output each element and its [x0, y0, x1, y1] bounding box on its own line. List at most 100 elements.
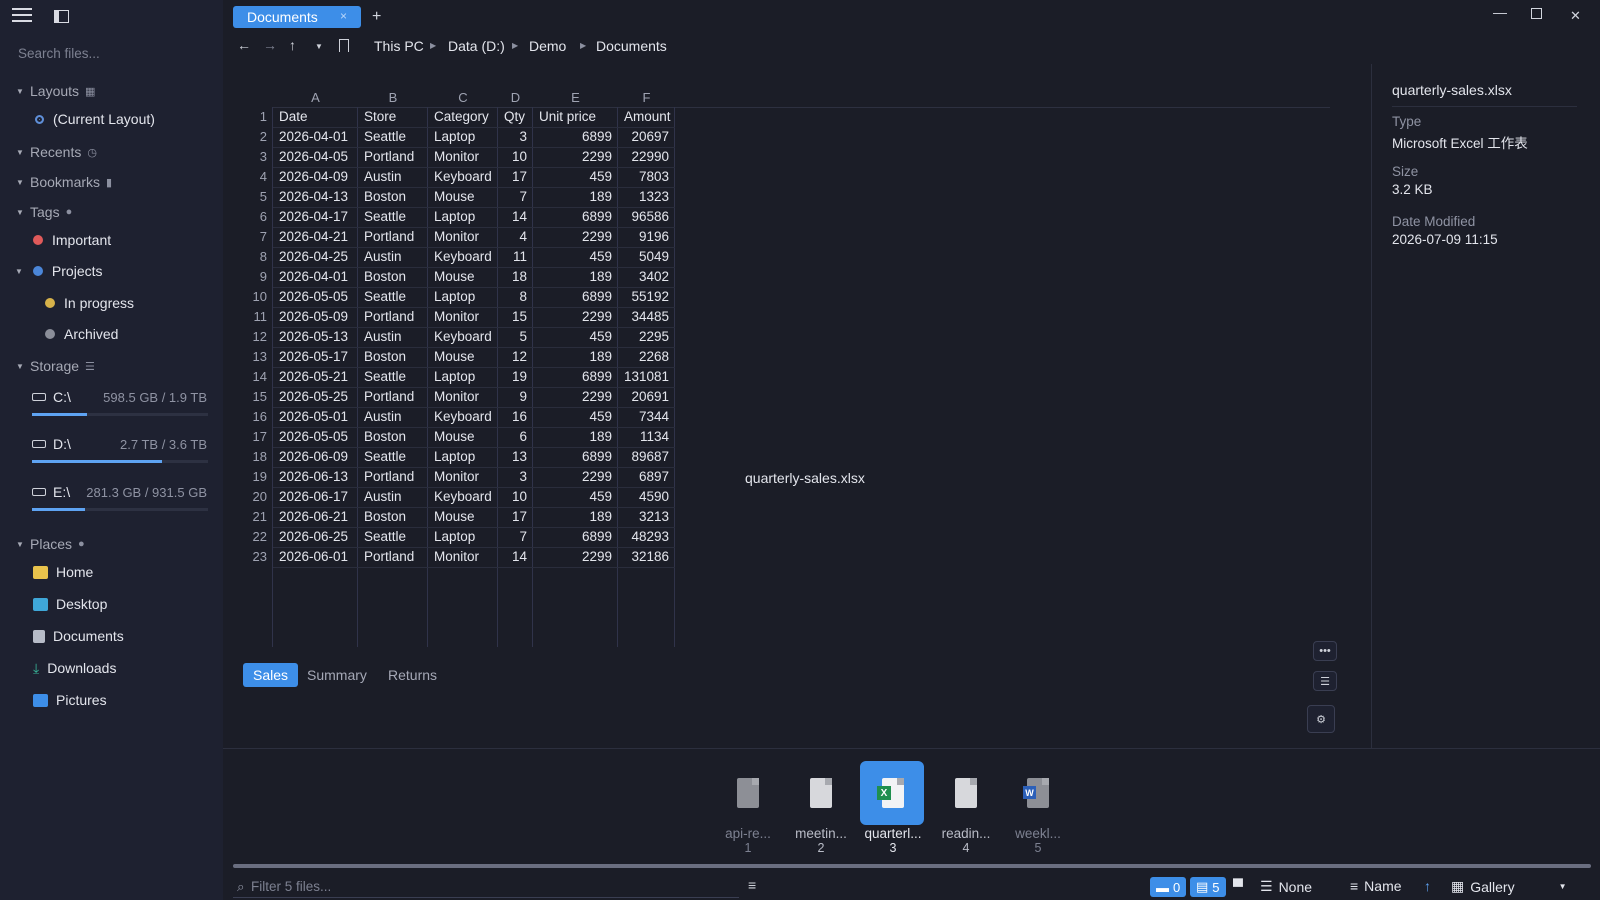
table-cell[interactable]: Mouse [434, 189, 492, 204]
table-cell[interactable]: Portland [364, 149, 422, 164]
drive-d[interactable]: D:\ 2.7 TB / 3.6 TB [0, 436, 223, 476]
column-header[interactable]: F [618, 90, 675, 105]
group-by-button[interactable]: ☰ None [1260, 878, 1312, 895]
table-cell[interactable]: 1323 [624, 189, 669, 204]
table-cell[interactable]: Keyboard [434, 169, 492, 184]
back-icon[interactable]: ← [237, 37, 251, 53]
row-number[interactable]: 9 [243, 269, 267, 284]
table-cell[interactable]: 2026-05-13 [279, 329, 352, 344]
table-cell[interactable]: Laptop [434, 289, 492, 304]
table-cell[interactable]: Austin [364, 329, 422, 344]
table-cell[interactable]: Laptop [434, 369, 492, 384]
table-cell[interactable]: 7803 [624, 169, 669, 184]
table-cell[interactable]: 6899 [539, 369, 612, 384]
sort-direction-icon[interactable]: ↑ [1424, 878, 1431, 894]
table-cell[interactable]: 189 [539, 269, 612, 284]
table-cell[interactable]: 459 [539, 249, 612, 264]
horizontal-scrollbar[interactable] [233, 864, 1591, 868]
table-cell[interactable]: 13 [504, 449, 527, 464]
filter-input[interactable]: ⌕ Filter 5 files... [233, 876, 739, 898]
table-cell[interactable]: Seattle [364, 449, 422, 464]
table-cell[interactable]: Mouse [434, 269, 492, 284]
table-cell[interactable]: Keyboard [434, 329, 492, 344]
table-cell[interactable]: Seattle [364, 209, 422, 224]
new-tab-button[interactable]: + [372, 8, 381, 26]
table-cell[interactable]: Boston [364, 189, 422, 204]
close-tab-icon[interactable]: × [340, 9, 347, 23]
table-cell[interactable]: 189 [539, 349, 612, 364]
table-cell[interactable]: 2026-04-01 [279, 129, 352, 144]
breadcrumb-item[interactable]: Data (D:) [448, 38, 505, 54]
table-cell[interactable]: 2026-04-05 [279, 149, 352, 164]
table-cell[interactable]: 2268 [624, 349, 669, 364]
column-header[interactable]: E [533, 90, 618, 105]
table-cell[interactable]: Portland [364, 389, 422, 404]
column-header[interactable]: B [358, 90, 428, 105]
table-cell[interactable]: 1134 [624, 429, 669, 444]
table-cell[interactable]: 459 [539, 489, 612, 504]
table-cell[interactable]: 18 [504, 269, 527, 284]
table-cell[interactable]: 16 [504, 409, 527, 424]
row-number[interactable]: 4 [243, 169, 267, 184]
table-cell[interactable]: Portland [364, 229, 422, 244]
filter-options-icon[interactable]: ≡ [748, 877, 756, 893]
table-cell[interactable]: 2026-06-25 [279, 529, 352, 544]
table-cell[interactable]: Laptop [434, 129, 492, 144]
table-cell[interactable]: 459 [539, 409, 612, 424]
table-cell[interactable]: 131081 [624, 369, 669, 384]
table-cell[interactable]: 32186 [624, 549, 669, 564]
tag-item-archived[interactable]: Archived [45, 322, 245, 346]
table-cell[interactable]: 17 [504, 169, 527, 184]
table-cell[interactable]: 7 [504, 189, 527, 204]
table-cell[interactable]: Mouse [434, 429, 492, 444]
table-cell[interactable]: 2026-05-09 [279, 309, 352, 324]
breadcrumb-item[interactable]: This PC [374, 38, 424, 54]
table-cell[interactable]: Mouse [434, 349, 492, 364]
breadcrumb-item[interactable]: Documents [596, 38, 667, 54]
table-cell[interactable]: 459 [539, 329, 612, 344]
table-cell[interactable]: 10 [504, 489, 527, 504]
table-cell[interactable]: Monitor [434, 549, 492, 564]
breadcrumb-item[interactable]: Demo [529, 38, 566, 54]
table-cell[interactable]: 20697 [624, 129, 669, 144]
folder-count-badge[interactable]: ▬ 0 [1150, 877, 1187, 897]
place-downloads[interactable]: ⤓ Downloads [33, 656, 233, 680]
file-item[interactable]: readin... 4 [933, 761, 999, 855]
table-cell[interactable]: Boston [364, 429, 422, 444]
table-cell[interactable]: 2026-04-09 [279, 169, 352, 184]
history-dropdown-icon[interactable]: ▼ [315, 42, 323, 51]
table-cell[interactable]: 2026-06-13 [279, 469, 352, 484]
toggle-sidebar-icon[interactable] [54, 10, 69, 23]
header-cell[interactable]: Amount [624, 109, 671, 124]
tag-item-important[interactable]: Important [33, 228, 233, 252]
table-cell[interactable]: 7 [504, 529, 527, 544]
file-count-badge[interactable]: ▤ 5 [1190, 877, 1226, 897]
table-cell[interactable]: 2026-05-05 [279, 289, 352, 304]
table-cell[interactable]: Boston [364, 349, 422, 364]
bookmark-add-icon[interactable] [339, 39, 349, 52]
row-number[interactable]: 13 [243, 349, 267, 364]
table-cell[interactable]: 2299 [539, 309, 612, 324]
drive-c[interactable]: C:\ 598.5 GB / 1.9 TB [0, 389, 223, 429]
table-cell[interactable]: 2026-04-01 [279, 269, 352, 284]
row-number[interactable]: 3 [243, 149, 267, 164]
table-cell[interactable]: 9 [504, 389, 527, 404]
row-number[interactable]: 10 [243, 289, 267, 304]
table-cell[interactable]: 20691 [624, 389, 669, 404]
drive-e[interactable]: E:\ 281.3 GB / 931.5 GB [0, 484, 223, 524]
table-cell[interactable]: 2026-05-21 [279, 369, 352, 384]
sheet-tab-summary[interactable]: Summary [297, 663, 377, 687]
table-cell[interactable]: Seattle [364, 369, 422, 384]
table-cell[interactable]: 89687 [624, 449, 669, 464]
table-cell[interactable]: 10 [504, 149, 527, 164]
table-cell[interactable]: 8 [504, 289, 527, 304]
settings-sliders-icon[interactable]: ⚙ [1307, 705, 1335, 733]
table-cell[interactable]: 2026-06-21 [279, 509, 352, 524]
row-number[interactable]: 15 [243, 389, 267, 404]
close-window-icon[interactable]: ✕ [1570, 8, 1581, 24]
row-number[interactable]: 6 [243, 209, 267, 224]
table-cell[interactable]: Portland [364, 469, 422, 484]
row-number[interactable]: 7 [243, 229, 267, 244]
table-cell[interactable]: Seattle [364, 129, 422, 144]
row-number[interactable]: 21 [243, 509, 267, 524]
